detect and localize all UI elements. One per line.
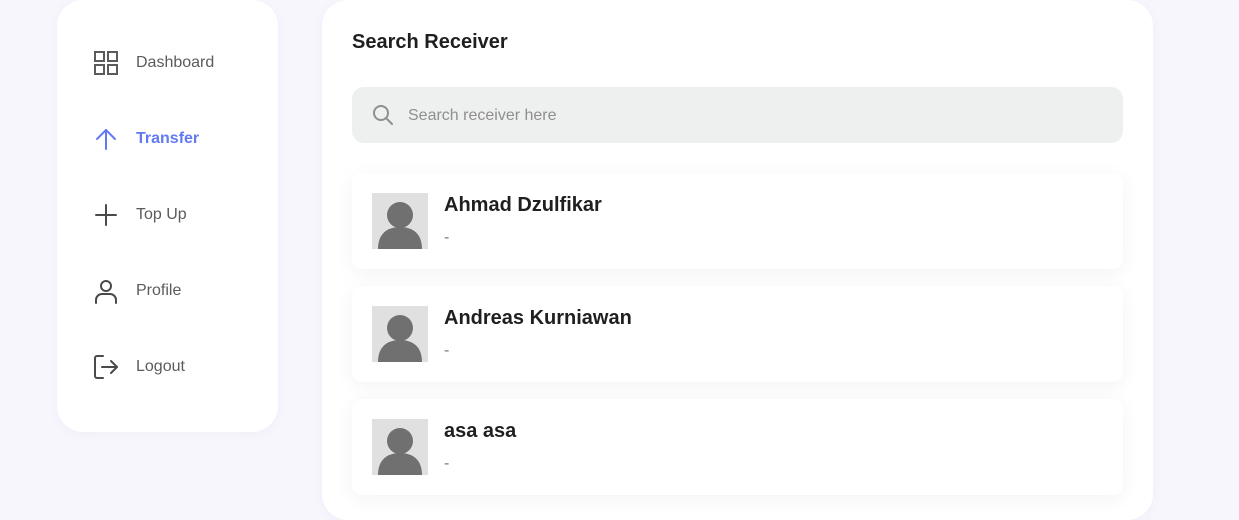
receiver-card[interactable]: asa asa - xyxy=(352,399,1123,495)
user-icon xyxy=(92,277,120,305)
search-box xyxy=(352,87,1123,145)
receiver-phone: - xyxy=(444,342,450,359)
sidebar-item-topup[interactable]: Top Up xyxy=(92,200,187,230)
plus-icon xyxy=(92,201,120,229)
receiver-name: asa asa xyxy=(444,420,517,442)
sidebar-item-logout[interactable]: Logout xyxy=(92,352,185,382)
logout-icon xyxy=(92,353,120,381)
grid-icon xyxy=(92,49,120,77)
sidebar-item-label: Top Up xyxy=(136,206,187,223)
search-icon xyxy=(372,104,394,126)
main-panel: Search Receiver Ahmad Dzulfikar - xyxy=(322,0,1153,520)
receiver-name: Andreas Kurniawan xyxy=(444,307,632,329)
sidebar-item-profile[interactable]: Profile xyxy=(92,276,181,306)
receiver-phone: - xyxy=(444,229,450,246)
search-input[interactable] xyxy=(406,87,1110,145)
sidebar: Dashboard Transfer Top Up Profile Logout xyxy=(57,0,278,432)
avatar xyxy=(372,306,428,362)
receiver-name: Ahmad Dzulfikar xyxy=(444,194,602,216)
sidebar-item-label: Profile xyxy=(136,282,182,299)
avatar xyxy=(372,419,428,475)
page-title: Search Receiver xyxy=(352,31,508,53)
sidebar-item-dashboard[interactable]: Dashboard xyxy=(92,48,214,78)
receiver-card[interactable]: Ahmad Dzulfikar - xyxy=(352,173,1123,269)
receiver-phone: - xyxy=(444,455,450,472)
sidebar-item-label: Transfer xyxy=(136,130,200,147)
receiver-card[interactable]: Andreas Kurniawan - xyxy=(352,286,1123,382)
avatar xyxy=(372,193,428,249)
arrow-up-icon xyxy=(92,125,120,153)
sidebar-item-transfer[interactable]: Transfer xyxy=(92,124,199,154)
sidebar-item-label: Logout xyxy=(136,358,185,375)
sidebar-item-label: Dashboard xyxy=(136,54,215,71)
